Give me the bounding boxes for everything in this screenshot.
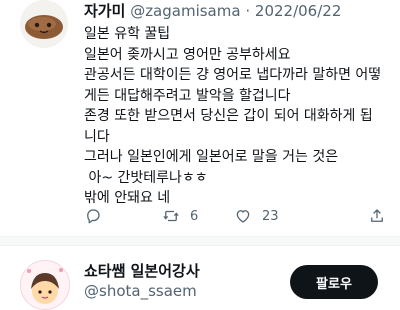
share-button[interactable]: [368, 206, 386, 226]
suggested-account-name[interactable]: 쇼타쌤 일본어강사: [84, 262, 200, 280]
character-illustration: [21, 261, 69, 309]
potato-illustration: [20, 0, 68, 48]
reply-icon: [87, 209, 100, 224]
meta-separator: ·: [245, 2, 251, 20]
tweet-date[interactable]: 2022/06/22: [255, 2, 341, 20]
suggested-account-avatar[interactable]: [20, 260, 70, 310]
tweet-text: 일본 유학 꿀팁 일본어 좆까시고 영어만 공부하세요 관공서든 대학이든 걍 …: [84, 24, 384, 209]
author-avatar[interactable]: [20, 0, 68, 48]
retweet-icon: [163, 210, 179, 222]
tweet-line: 존경 또한 받으면서 당신은 갑이 되어 대화하게 됩: [84, 108, 373, 124]
tweet-line: 관공서든 대학이든 걍 영어로 냅다까라 말하면 어떻: [84, 67, 382, 83]
tweet-line: 일본어 좆까시고 영어만 공부하세요: [84, 46, 291, 63]
tweet-actions: 6 23: [84, 206, 394, 226]
follow-button[interactable]: 팔로우: [290, 265, 378, 299]
suggested-account-handle[interactable]: @shota_ssaem: [84, 282, 197, 300]
like-count: 23: [262, 208, 279, 224]
tweet[interactable]: 자가미 @zagamisama · 2022/06/22 일본 유학 꿀팁 일본…: [0, 0, 400, 232]
tweet-line: 아~ 간밧테루나ㅎㅎ: [84, 169, 208, 186]
tweet-line: 일본 유학 꿀팁: [84, 26, 171, 42]
reply-button[interactable]: [84, 206, 102, 226]
like-button[interactable]: 23: [234, 206, 279, 226]
share-icon: [371, 209, 383, 222]
author-name[interactable]: 자가미: [84, 2, 125, 20]
suggested-account-card[interactable]: 쇼타쌤 일본어강사 @shota_ssaem 팔로우: [0, 244, 400, 310]
tweet-line: 그러나 일본인에게 일본어로 말을 거는 것은: [84, 149, 339, 165]
tweet-line: 니다: [84, 128, 110, 145]
retweet-count: 6: [190, 208, 199, 224]
author-handle[interactable]: @zagamisama: [130, 2, 240, 20]
tweet-line: 게든 대답해주려고 발악을 할겁니다: [84, 87, 291, 104]
heart-icon: [236, 210, 250, 223]
retweet-button[interactable]: 6: [162, 206, 198, 226]
tweet-header: 자가미 @zagamisama · 2022/06/22: [84, 2, 341, 20]
